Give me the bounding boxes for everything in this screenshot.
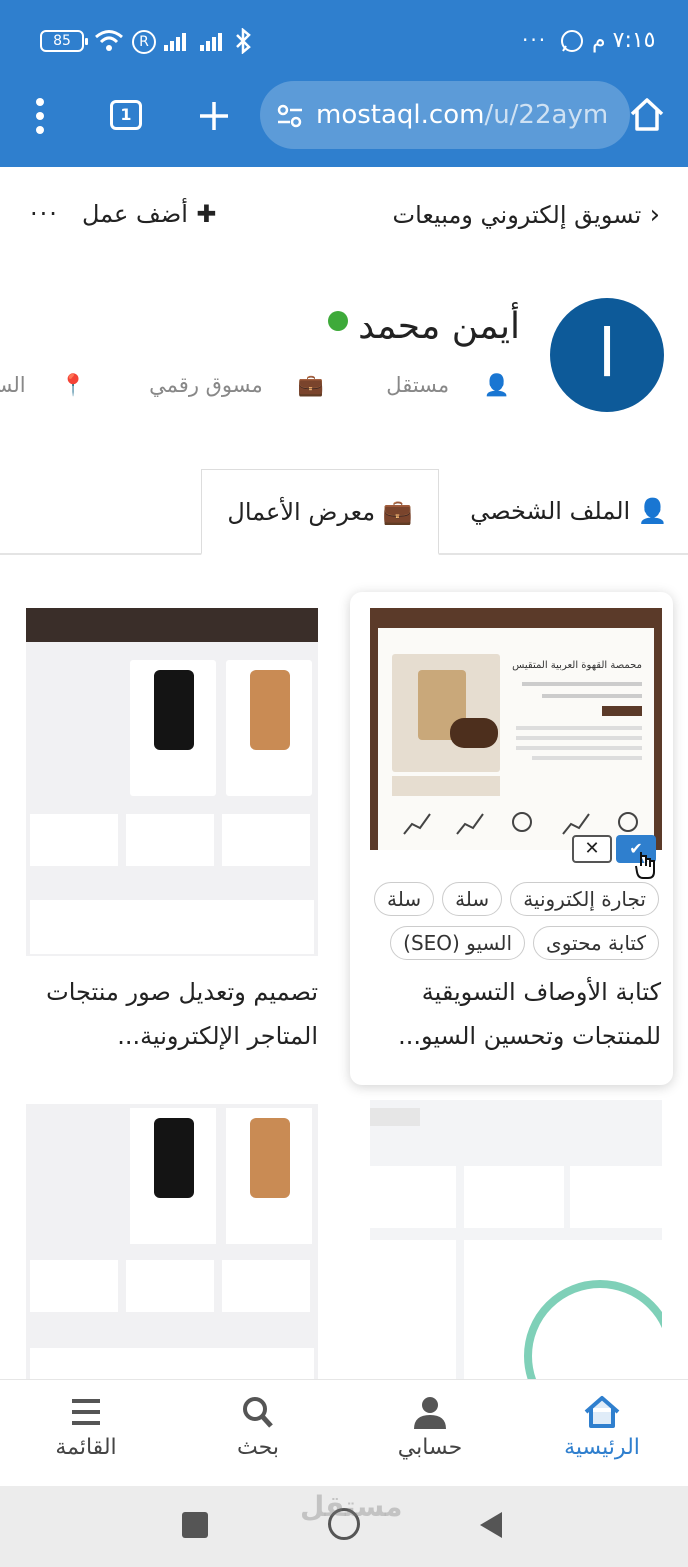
title-label: مسوق رقمي <box>149 373 263 397</box>
tab-portfolio[interactable]: 💼 معرض الأعمال <box>201 469 439 555</box>
card-thumbnail-3[interactable] <box>370 1100 662 1379</box>
signal-icon <box>164 32 188 52</box>
site-settings-icon[interactable] <box>276 103 304 129</box>
tab-switcher-button[interactable]: 1 <box>110 100 142 130</box>
clock: ٧:١٥ م <box>592 28 656 53</box>
title-item: 💼 مسوق رقمي <box>121 373 323 397</box>
new-tab-icon[interactable] <box>198 100 230 132</box>
menu-icon <box>72 1399 100 1425</box>
status-bar: 85 R ··· ٧:١٥ م <box>0 0 688 82</box>
nav-menu-label: القائمة <box>55 1435 117 1460</box>
wifi-icon <box>95 30 123 51</box>
kebab-menu-icon[interactable] <box>36 98 46 134</box>
briefcase-icon: 💼 <box>297 373 324 397</box>
tag[interactable]: سلة <box>373 882 435 916</box>
notification-dots: ··· <box>522 28 548 52</box>
profile-name: أيمن محمد <box>358 306 520 347</box>
close-icon: ✕ <box>584 838 600 859</box>
nav-menu[interactable]: القائمة <box>26 1395 146 1460</box>
more-options-button[interactable]: ··· <box>30 200 59 228</box>
whatsapp-icon <box>561 30 583 52</box>
role-item: 👤 مستقل <box>358 373 510 397</box>
map-pin-icon: 📍 <box>60 373 87 397</box>
breadcrumb-label: تسويق إلكتروني ومبيعات <box>392 201 642 229</box>
nav-home[interactable]: الرئيسية <box>542 1395 662 1460</box>
user-icon: 👤 <box>483 373 510 397</box>
registered-icon: R <box>132 30 156 54</box>
app-root: 85 R ··· ٧:١٥ م 1 mostaql.com/u/22aym ‹ … <box>0 0 688 1567</box>
user-icon <box>414 1397 446 1429</box>
nav-account-label: حسابي <box>397 1435 463 1460</box>
url-host: mostaql.com <box>316 100 485 130</box>
tab-portfolio-label: معرض الأعمال <box>227 498 376 526</box>
signal-icon-2 <box>200 32 224 52</box>
tag-row-1: تجارة إلكترونية سلة سلة <box>373 882 659 916</box>
recents-icon[interactable] <box>182 1512 208 1538</box>
add-work-button[interactable]: ✚ أضف عمل <box>82 200 216 228</box>
online-status-dot <box>328 311 348 331</box>
battery-indicator: 85 <box>40 30 88 52</box>
bluetooth-icon <box>236 28 251 54</box>
user-icon: 👤 <box>637 497 668 525</box>
tag[interactable]: تجارة إلكترونية <box>510 882 659 916</box>
card-thumbnail-2[interactable] <box>26 608 318 956</box>
reject-button[interactable]: ✕ <box>572 835 612 863</box>
breadcrumb[interactable]: ‹ تسويق إلكتروني ومبيعات <box>392 200 660 230</box>
card-title-2[interactable]: تصميم وتعديل صور منتجات المتاجر الإلكترو… <box>18 970 318 1058</box>
search-icon <box>243 1397 273 1428</box>
add-work-label: أضف عمل <box>82 200 188 228</box>
plus-icon: ✚ <box>187 200 217 228</box>
url-field[interactable]: mostaql.com/u/22aym <box>260 81 630 149</box>
role-label: مستقل <box>386 373 450 397</box>
avatar[interactable]: ا <box>550 298 664 412</box>
card-thumbnail[interactable]: محمصة القهوة العربية المتقيس <box>370 608 662 850</box>
tag[interactable]: سلة <box>442 882 503 916</box>
card-thumbnail-4[interactable] <box>26 1104 318 1379</box>
location-label: السعودية <box>0 373 26 397</box>
nav-search[interactable]: بحث <box>198 1395 318 1460</box>
home-icon <box>584 1396 620 1428</box>
nav-account[interactable]: حسابي <box>370 1395 490 1460</box>
tag[interactable]: السيو (SEO) <box>390 926 526 960</box>
tab-profile[interactable]: 👤 الملف الشخصي <box>450 469 688 555</box>
thumb-product-title: محمصة القهوة العربية المتقيس <box>512 660 642 671</box>
briefcase-icon: 💼 <box>382 498 413 526</box>
watermark-logo: مستقل <box>300 1490 403 1523</box>
back-icon[interactable] <box>478 1510 504 1540</box>
hand-cursor-icon <box>635 852 655 879</box>
portfolio-card[interactable]: محمصة القهوة العربية المتقيس ✕ ✔ تجارة إ… <box>350 592 673 1085</box>
chevron-right-icon: ‹ <box>641 200 660 230</box>
nav-search-label: بحث <box>237 1435 279 1460</box>
tag[interactable]: كتابة محتوى <box>533 926 659 960</box>
card-title[interactable]: كتابة الأوصاف التسويقية للمنتجات وتحسين … <box>361 970 661 1058</box>
tab-profile-label: الملف الشخصي <box>470 497 631 525</box>
tag-row-2: كتابة محتوى السيو (SEO) <box>390 926 659 960</box>
profile-meta: 👤 مستقل 💼 مسوق رقمي 📍 السعودية <box>0 373 510 398</box>
home-browser-icon[interactable] <box>628 96 666 134</box>
url-path: /u/22aym <box>484 100 609 130</box>
nav-home-label: الرئيسية <box>564 1435 640 1460</box>
location-item: 📍 السعودية <box>0 373 86 397</box>
